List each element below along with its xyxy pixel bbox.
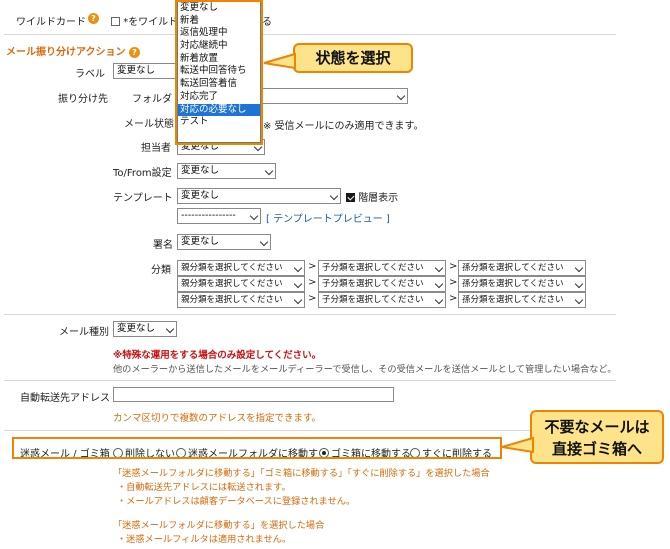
grandchild-category-select[interactable]: 孫分類を選択してください — [458, 292, 586, 308]
wildcard-label: ワイルドカード — [16, 17, 86, 28]
dropdown-highlight-frame — [175, 0, 263, 145]
tofrom-select[interactable]: 変更なし — [177, 163, 276, 179]
autoforward-input[interactable] — [113, 387, 394, 402]
category-separator: > — [449, 293, 458, 304]
hierarchy-checkbox[interactable] — [346, 193, 355, 202]
divider — [4, 430, 616, 431]
divider — [4, 314, 616, 315]
callout-trash: 不要なメールは 直接ゴミ箱へ — [530, 410, 664, 464]
label-select[interactable]: 変更なし — [113, 63, 179, 79]
category-separator: > — [308, 293, 317, 304]
signature-select[interactable]: 変更なし — [177, 234, 271, 250]
divider — [4, 380, 616, 381]
child-category-select[interactable]: 子分類を選択してください — [318, 292, 446, 308]
mailtype-warning: ※特殊な運用をする場合のみ設定してください。 — [113, 350, 322, 361]
callout-arrow-icon — [501, 436, 534, 454]
autoforward-note: カンマ区切りで複数のアドレスを指定できます。 — [113, 413, 322, 424]
spam-note: 「迷惑メールフォルダに移動する」を選択した場合 — [113, 520, 325, 531]
callout-line: 不要なメールは — [544, 418, 650, 436]
assignee-label: 担当者 — [141, 143, 171, 154]
callout-select-status: 状態を選択 — [293, 43, 413, 73]
template-sub-select[interactable]: ---------------- — [177, 208, 261, 224]
label-row-label: ラベル — [75, 69, 105, 80]
mailtype-description: 他のメーラーから送信したメールをメールディーラーで受信し、その受信メールを送信メ… — [113, 364, 617, 375]
callout-line: 直接ゴミ箱へ — [551, 440, 642, 458]
mailtype-select[interactable]: 変更なし — [113, 321, 177, 337]
spam-note: ・自動転送先アドレスには転送されます。 — [117, 482, 291, 493]
spam-note: ・メールアドレスは顧客データベースに登録されません。 — [117, 496, 356, 507]
category-separator: > — [308, 261, 317, 272]
grandchild-category-select[interactable]: 孫分類を選択してください — [458, 260, 586, 276]
child-category-select[interactable]: 子分類を選択してください — [318, 260, 446, 276]
mail-status-label: メール状態 — [124, 119, 174, 130]
spam-note: 「迷惑メールフォルダに移動する」「ゴミ箱に移動する」「すぐに削除する」を選択した… — [113, 468, 490, 479]
category-label: 分類 — [151, 265, 171, 276]
mail-status-note: ※ 受信メールにのみ適用できます。 — [263, 121, 424, 132]
settings-panel: ワイルドカード ? *をワイルド る メール振り分けアクション ? ラベル 変更… — [0, 0, 624, 549]
grandchild-category-select[interactable]: 孫分類を選択してください — [458, 276, 586, 292]
wildcard-checkbox-tail: る — [262, 17, 272, 28]
wildcard-checkbox[interactable] — [111, 17, 120, 26]
signature-label: 署名 — [153, 240, 173, 251]
divider — [4, 34, 616, 35]
wildcard-checkbox-text: *をワイルド — [123, 17, 179, 28]
hierarchy-toggle[interactable]: 階層表示 — [346, 189, 398, 204]
category-separator: > — [449, 261, 458, 272]
template-select[interactable]: 変更なし — [177, 188, 341, 204]
destination-label: 振り分け先 — [58, 94, 108, 105]
parent-category-select[interactable]: 親分類を選択してください — [177, 292, 305, 308]
hierarchy-label: 階層表示 — [358, 193, 399, 204]
spam-highlight-frame — [12, 437, 502, 459]
parent-category-select[interactable]: 親分類を選択してください — [177, 260, 305, 276]
template-label: テンプレート — [113, 193, 173, 204]
parent-category-select[interactable]: 親分類を選択してください — [177, 276, 305, 292]
category-separator: > — [308, 277, 317, 288]
mailtype-label: メール種別 — [59, 327, 109, 338]
callout-arrow-icon — [263, 52, 296, 70]
section-title: メール振り分けアクション ? — [6, 43, 140, 58]
folder-select[interactable] — [262, 88, 408, 104]
help-icon[interactable]: ? — [128, 47, 140, 58]
help-icon[interactable]: ? — [88, 13, 99, 24]
autoforward-label: 自動転送先アドレス — [20, 393, 110, 404]
folder-label: フォルダ — [132, 94, 172, 105]
wildcard-checkbox-row[interactable]: *をワイルド — [111, 13, 178, 28]
category-separator: > — [449, 277, 458, 288]
spam-note: ・迷惑メールフィルタは適用されません。 — [117, 534, 292, 545]
child-category-select[interactable]: 子分類を選択してください — [318, 276, 446, 292]
tofrom-label: To/From設定 — [113, 168, 172, 179]
template-preview-link[interactable]: [ テンプレートプレビュー ] — [266, 210, 390, 225]
